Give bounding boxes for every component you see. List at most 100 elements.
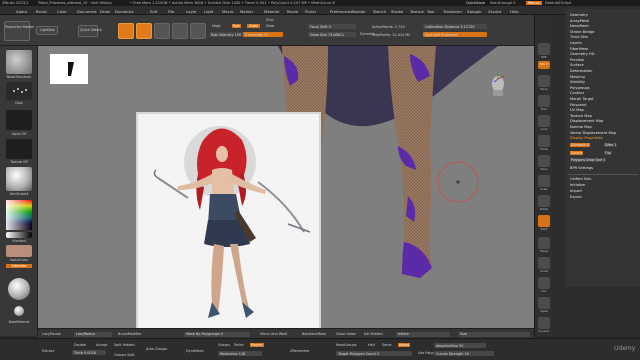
tool-menu-item[interactable]: ArrayMesh: [570, 19, 589, 23]
solo-button[interactable]: [538, 277, 550, 289]
mirror-weld-button[interactable]: Mirror And Weld: [260, 332, 287, 336]
canvas-viewport[interactable]: [38, 46, 534, 328]
menus-button[interactable]: Menus: [526, 1, 542, 5]
dock-rotate-button[interactable]: [538, 195, 550, 207]
z-intensity-slider[interactable]: Z Intensity 51: [243, 32, 283, 37]
close-holes-button[interactable]: Close Holes: [336, 332, 356, 336]
quicksave-button[interactable]: QuickSave: [466, 1, 485, 5]
groups-toggle[interactable]: Groups: [218, 343, 230, 347]
default-zscript[interactable]: DefaultZScript: [545, 1, 571, 5]
mrgb-toggle[interactable]: Mrgb: [212, 24, 221, 28]
tool-menu-item[interactable]: Masking: [570, 75, 585, 79]
menu-item[interactable]: Stencil: [373, 9, 386, 14]
menu-item[interactable]: Macro: [222, 9, 234, 14]
frame-button[interactable]: [538, 135, 550, 147]
focal-shift-slider[interactable]: Focal Shift 0: [308, 24, 356, 29]
main-color-swatch[interactable]: [6, 245, 32, 257]
initialize-item[interactable]: Initialize: [570, 183, 585, 187]
persp-button[interactable]: [538, 75, 550, 87]
calibration-distance-slider[interactable]: Calibration Distance 3.12729: [423, 24, 487, 29]
menu-item[interactable]: Movie: [287, 9, 298, 14]
tool-menu-item[interactable]: Displacement Map: [570, 119, 603, 123]
alpha-thumbnail[interactable]: [6, 110, 32, 130]
project-toggle[interactable]: Project: [250, 343, 264, 347]
tool-menu-item[interactable]: Polygroups: [570, 86, 590, 90]
dock-move-button[interactable]: [538, 155, 550, 167]
tool-menu-item[interactable]: NanoMesh: [570, 24, 589, 28]
auto-groups-button[interactable]: Auto Groups: [146, 347, 167, 351]
menu-item[interactable]: Edit: [150, 9, 157, 14]
target-polygons-slider[interactable]: Target Polygons Count 5: [336, 351, 412, 356]
lazy-mouse-toggle[interactable]: LazyMouse: [42, 332, 61, 336]
stroke-thumbnail[interactable]: [6, 82, 32, 100]
zcut-toggle[interactable]: Zcut: [266, 18, 274, 22]
tool-menu-item[interactable]: Polypaint: [570, 103, 587, 107]
gradient-swatch[interactable]: [6, 232, 32, 238]
mask-by-polygroups-slider[interactable]: Mask By Polygroups 0: [184, 331, 250, 337]
tool-menu-item[interactable]: Preview: [570, 58, 584, 62]
backface-mask-button[interactable]: BackfaceMask: [302, 332, 326, 336]
draw-size-slider[interactable]: Draw Size 73.88811: [308, 32, 356, 37]
draw-button[interactable]: [136, 23, 152, 39]
move-button[interactable]: [154, 23, 170, 39]
menu-item[interactable]: Tool: [427, 9, 434, 14]
same-toggle[interactable]: Same: [382, 343, 392, 347]
tool-menu-item[interactable]: Contact: [570, 91, 584, 95]
menu-item[interactable]: Draw: [100, 9, 110, 14]
groups-split-button[interactable]: Groups Split: [114, 353, 135, 357]
brush-thumbnail[interactable]: [6, 50, 32, 74]
thick-slider[interactable]: Thick 0.0016: [72, 350, 106, 355]
menu-item[interactable]: Help: [510, 9, 519, 14]
base-material-sphere[interactable]: [8, 278, 30, 300]
tool-menu-item[interactable]: Stroke Bridge: [570, 30, 594, 34]
half-toggle[interactable]: Half: [368, 343, 375, 347]
menu-item[interactable]: File: [168, 9, 174, 14]
bpr-settings-item[interactable]: BPR Settings: [570, 166, 593, 170]
menu-item[interactable]: Brush: [36, 9, 47, 14]
tool-menu-item[interactable]: Geometry HD: [570, 52, 595, 56]
menu-item[interactable]: Preferences: [330, 9, 352, 14]
menu-item[interactable]: Stroke: [391, 9, 403, 14]
transp-button[interactable]: [538, 237, 550, 249]
rgb-toggle[interactable]: Rgb: [232, 24, 241, 28]
menu-item[interactable]: Transform: [443, 9, 462, 14]
tool-menu-item[interactable]: Thick Skin: [570, 35, 588, 39]
alternate-button[interactable]: Alternate: [6, 264, 32, 268]
double-button[interactable]: Double: [570, 150, 584, 155]
dp-smooth-slider[interactable]: DSmooth 0: [570, 142, 590, 147]
export-item[interactable]: Export: [570, 195, 582, 199]
tool-menu-item[interactable]: Layers: [570, 41, 582, 45]
tool-menu-item[interactable]: Texture Map: [570, 114, 592, 118]
resolution-slider[interactable]: Resolution 128: [218, 351, 262, 356]
bpr-button[interactable]: [538, 43, 550, 55]
tool-menu-item[interactable]: Vector Displacement Map: [570, 131, 616, 135]
dynamesh-button[interactable]: DynaMesh: [186, 349, 204, 353]
split-hidden-button[interactable]: Split Hidden: [114, 343, 135, 347]
adapt-toggle[interactable]: Adapt: [398, 343, 410, 347]
zadd-toggle[interactable]: Zadd: [247, 24, 260, 28]
small-material-sphere[interactable]: [14, 306, 24, 316]
ghost-button[interactable]: [538, 257, 550, 269]
menu-item[interactable]: Dynamics: [115, 9, 134, 14]
material-thumbnail[interactable]: [6, 167, 32, 191]
zremesher-button[interactable]: ZRemesher: [290, 349, 309, 353]
dock-scale-button[interactable]: [538, 175, 550, 187]
projection-master-button[interactable]: [4, 21, 30, 41]
scale-button[interactable]: [172, 23, 188, 39]
xpose-button[interactable]: [538, 297, 550, 309]
keep-groups-toggle[interactable]: KeepGroups: [336, 343, 356, 347]
menu-item[interactable]: Layer: [186, 9, 197, 14]
polygon-draw-size-slider[interactable]: Polygons Draw Size 1: [570, 157, 607, 162]
menu-item[interactable]: Picker: [305, 9, 316, 14]
local-button[interactable]: [538, 115, 550, 127]
rotate-button[interactable]: [190, 23, 206, 39]
polyf-button[interactable]: [538, 215, 550, 227]
unified-skin-item[interactable]: Unified Skin: [570, 177, 591, 181]
switch-color-label[interactable]: SwitchColor: [2, 258, 36, 262]
menu-item[interactable]: Color: [57, 9, 67, 14]
floor-button[interactable]: [538, 95, 550, 107]
menu-item[interactable]: Alpha: [16, 9, 27, 14]
adaptive-size-slider[interactable]: AdaptiveSize 50: [434, 343, 486, 348]
tool-menu-item[interactable]: FiberMesh: [570, 47, 588, 51]
menu-item[interactable]: Render: [352, 9, 366, 14]
